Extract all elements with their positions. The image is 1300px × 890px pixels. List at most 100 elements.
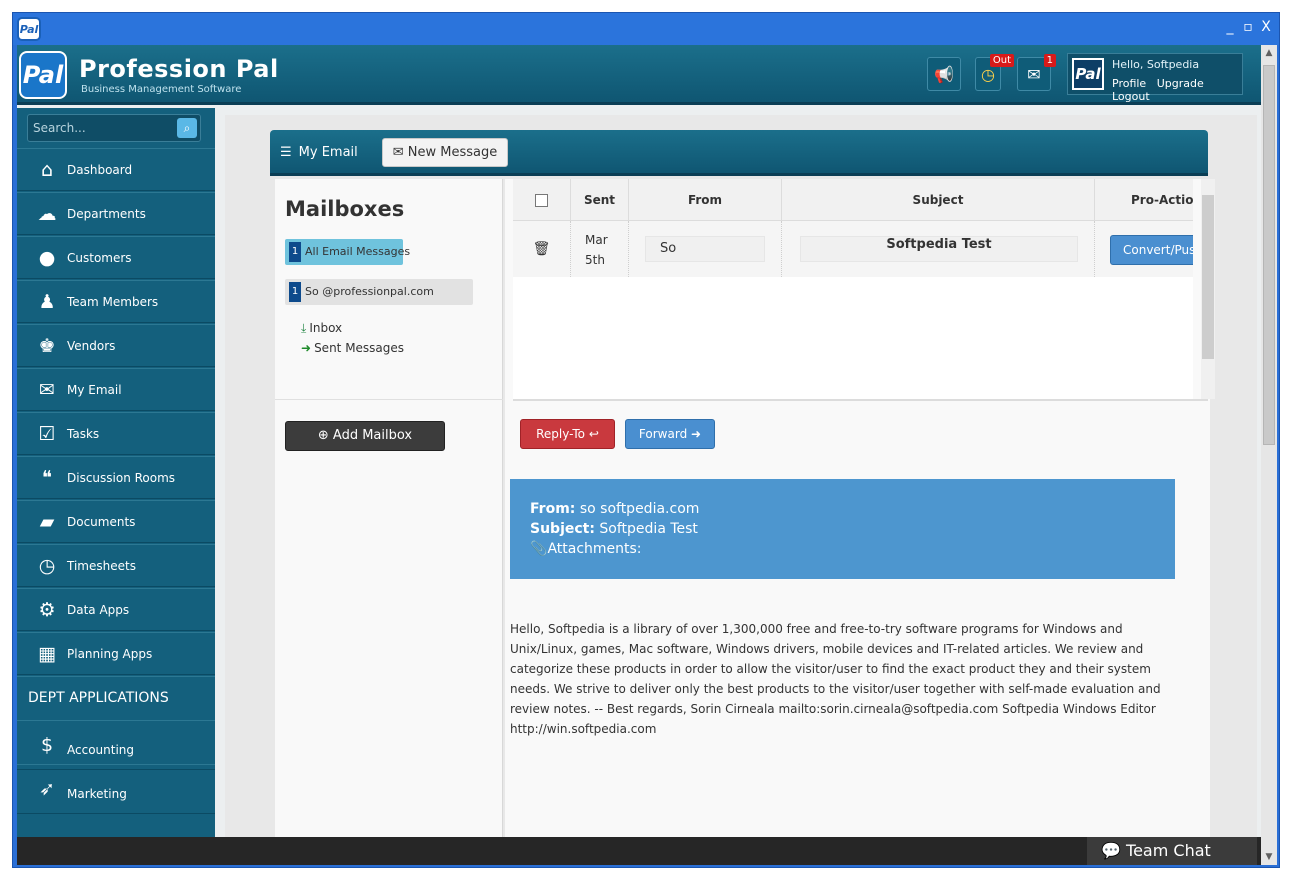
panel-title: ☰ My Email [280, 145, 358, 160]
chat-icon: ❝ [41, 467, 53, 489]
sidebar-item-customers[interactable]: ● Customers [17, 236, 215, 279]
sidebar-item-data-apps[interactable]: ⚙ Data Apps [17, 588, 215, 631]
sidebar-item-discussion-rooms[interactable]: ❝ Discussion Rooms [17, 456, 215, 499]
checkbox-icon: ☑ [38, 423, 56, 445]
dollar-icon: $ [40, 734, 54, 756]
scroll-thumb[interactable] [1263, 65, 1275, 445]
gear-icon: ⚙ [38, 599, 56, 621]
rocket-icon: ➶ [39, 778, 55, 800]
forward-button[interactable]: Forward ➜ [625, 419, 715, 449]
sidebar-search: ⌕ [27, 114, 201, 142]
chat-icon: 💬 [1101, 841, 1127, 860]
sidebar-item-timesheets[interactable]: ◷ Timesheets [17, 544, 215, 587]
team-chat-label: Team Chat [1126, 841, 1211, 860]
sidebar-item-planning-apps[interactable]: ▦ Planning Apps [17, 632, 215, 675]
sidebar-item-tasks[interactable]: ☑ Tasks [17, 412, 215, 455]
envelope-icon: ✉ [1027, 64, 1041, 84]
row-sent: Mar 5th [585, 233, 608, 267]
window-scrollbar[interactable]: ▲ ▼ [1261, 45, 1277, 865]
table-scrollbar[interactable] [1201, 179, 1215, 399]
attachments-label: Attachments: [547, 541, 642, 557]
users-icon: ♚ [38, 335, 56, 357]
sidebar-item-label: Marketing [67, 787, 127, 801]
scroll-down-icon[interactable]: ▼ [1261, 849, 1277, 865]
announcements-button[interactable]: 📢 [927, 57, 961, 91]
mailbox-all-messages[interactable]: 1 All Email Messages [285, 239, 410, 265]
search-input[interactable] [33, 119, 168, 137]
user-menu: Pal Hello, Softpedia Profile Upgrade Log… [1067, 53, 1243, 103]
reply-to-button[interactable]: Reply-To ↩ [520, 419, 615, 449]
clock-icon: ◷ [981, 64, 995, 84]
minimize-button[interactable]: _ [1221, 19, 1239, 35]
folder-inbox[interactable]: ⤓ Inbox [301, 321, 342, 336]
messages-button[interactable]: ✉ 1 [1017, 54, 1056, 91]
envelope-icon: ✉ [392, 145, 408, 160]
user-icon: ● [38, 247, 56, 269]
sidebar-item-accounting[interactable]: $ Accounting [17, 720, 215, 770]
cloud-icon: ☁ [37, 203, 57, 225]
folder-sent[interactable]: ➜ Sent Messages [301, 341, 404, 355]
sidebar-section-head: DEPT APPLICATIONS [17, 676, 215, 719]
sidebar-item-my-email[interactable]: ✉ My Email [17, 368, 215, 411]
select-all-checkbox[interactable] [535, 194, 548, 207]
sidebar-item-label: Team Members [67, 295, 159, 309]
reply-label: Reply-To [536, 427, 585, 441]
row-from: So [645, 236, 765, 262]
from-value: so softpedia.com [579, 501, 700, 517]
sidebar-item-label: Vendors [67, 339, 116, 353]
panel-title-text: My Email [298, 145, 358, 160]
row-actions-cell: Convert/Push [1095, 221, 1193, 277]
window-titlebar: Pal _ ▫ X [13, 13, 1279, 45]
folder-label: Inbox [309, 321, 343, 335]
profile-link[interactable]: Profile [1112, 77, 1146, 90]
sidebar-item-team-members[interactable]: ♟ Team Members [17, 280, 215, 323]
home-icon: ⌂ [40, 159, 54, 181]
clock-icon: ◷ [38, 555, 56, 577]
mailboxes-panel: Mailboxes 1 All Email Messages 1 So @pro… [275, 179, 503, 865]
sidebar-item-label: Timesheets [67, 559, 136, 573]
message-area: Sent From Subject Pro-Actions 🗑 Mar 5th … [505, 179, 1215, 865]
trash-icon[interactable]: 🗑 [513, 221, 571, 277]
inbox-icon: ⤓ [301, 321, 307, 335]
sidebar-item-label: Planning Apps [67, 647, 153, 661]
table-row[interactable]: 🗑 Mar 5th So Softpedia Test Convert/Push [513, 221, 1193, 277]
reply-icon: ↩ [585, 427, 599, 441]
upgrade-link[interactable]: Upgrade [1157, 77, 1204, 90]
email-panel-header: ☰ My Email ✉ New Message [270, 130, 1208, 176]
convert-push-button[interactable]: Convert/Push [1110, 235, 1193, 265]
sidebar-item-label: Documents [67, 515, 136, 529]
table-scroll-thumb[interactable] [1202, 195, 1214, 359]
sidebar-item-documents[interactable]: ▰ Documents [17, 500, 215, 543]
sidebar-item-vendors[interactable]: ♚ Vendors [17, 324, 215, 367]
column-subject[interactable]: Subject [782, 179, 1095, 221]
app-content: Pal Profession Pal Business Management S… [17, 45, 1261, 865]
forward-label: Forward [638, 427, 688, 441]
team-chat-button[interactable]: 💬 Team Chat [1087, 837, 1257, 865]
search-icon[interactable]: ⌕ [177, 118, 197, 138]
messages-count-badge: 1 [1043, 54, 1056, 67]
new-message-button[interactable]: ✉ New Message [382, 138, 508, 167]
add-mailbox-button[interactable]: ⊕ Add Mailbox [285, 421, 445, 451]
arrow-right-icon: ➜ [301, 341, 312, 355]
user-links: Profile Upgrade Logout [1112, 77, 1242, 103]
paperclip-icon: 📎 [530, 541, 548, 557]
close-button[interactable]: X [1257, 19, 1275, 35]
clock-status-badge: Out [989, 54, 1014, 67]
clock-status-button[interactable]: ◷ Out [975, 54, 1014, 91]
calendar-icon: ▦ [38, 643, 56, 665]
sidebar-item-marketing[interactable]: ➶ Marketing [17, 764, 215, 814]
column-from[interactable]: From [629, 179, 782, 221]
sidebar-item-label: Departments [67, 207, 146, 221]
column-sent[interactable]: Sent [571, 179, 629, 221]
mailbox-account[interactable]: 1 So @professionpal.com [285, 279, 473, 305]
scroll-up-icon[interactable]: ▲ [1261, 45, 1277, 61]
new-message-label: New Message [407, 145, 498, 160]
maximize-button[interactable]: ▫ [1239, 19, 1257, 35]
logout-link[interactable]: Logout [1112, 90, 1150, 103]
row-subject: Softpedia Test [800, 236, 1078, 262]
bottom-bar [17, 837, 1261, 865]
sidebar-item-dashboard[interactable]: ⌂ Dashboard [17, 148, 215, 191]
sidebar-item-departments[interactable]: ☁ Departments [17, 192, 215, 235]
divider [513, 399, 1208, 401]
column-pro-actions: Pro-Actions [1131, 193, 1193, 207]
